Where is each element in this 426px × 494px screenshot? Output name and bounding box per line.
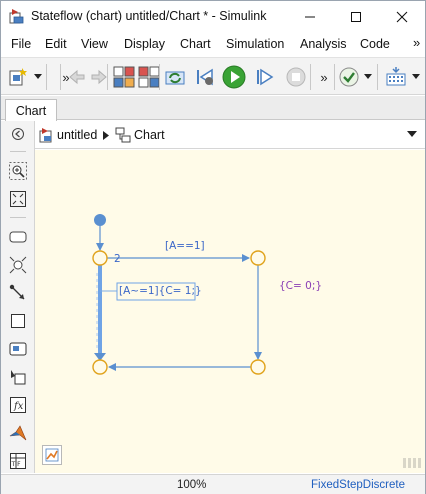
- simulink-window: Stateflow (chart) untitled/Chart * - Sim…: [0, 0, 426, 494]
- toolbar: » »: [1, 57, 425, 95]
- breadcrumb: untitled Chart: [35, 121, 425, 149]
- zoom-level: 100%: [177, 479, 207, 491]
- menu-analysis[interactable]: Analysis: [300, 37, 347, 51]
- breadcrumb-model[interactable]: untitled: [39, 127, 97, 143]
- simulink-function-tool-icon[interactable]: [8, 339, 28, 359]
- chart-diagram: [92, 214, 421, 468]
- run-play-icon[interactable]: [222, 65, 246, 89]
- palette-separator: [10, 151, 26, 152]
- step-back-icon[interactable]: [193, 65, 217, 89]
- simulink-based-state-icon[interactable]: [8, 367, 28, 387]
- model-explorer-icon[interactable]: [137, 65, 161, 89]
- fit-to-view-icon[interactable]: [8, 189, 28, 209]
- model-advisor-check-icon[interactable]: [337, 65, 361, 89]
- toolbar-separator: [46, 64, 47, 90]
- object-palette: fx T F: [1, 121, 35, 473]
- chart-canvas[interactable]: 2 [A==1] [A~=1]{C= 1;} {C= 0;}: [35, 150, 425, 473]
- toolbar-separator: [310, 64, 311, 90]
- junction-bottom-right[interactable]: [250, 359, 266, 375]
- truth-table-tool-icon[interactable]: T F: [8, 451, 28, 471]
- toolbar-separator: [377, 64, 378, 90]
- menu-file[interactable]: File: [11, 37, 31, 51]
- build-dropdown-chevron-icon[interactable]: [412, 71, 420, 83]
- editor-tab-strip: Chart: [1, 96, 425, 121]
- junction-tool-icon[interactable]: [8, 255, 28, 275]
- breadcrumb-chart-label: Chart: [134, 128, 165, 142]
- toolbar-separator: [159, 64, 160, 90]
- junction-execution-order: 2: [114, 253, 121, 265]
- minimize-button[interactable]: [287, 1, 333, 33]
- transition-left-label[interactable]: [A~=1]{C= 1;}: [119, 285, 202, 297]
- toolbar-separator: [334, 64, 335, 90]
- default-transition-tool-icon[interactable]: [8, 283, 28, 303]
- box-tool-icon[interactable]: [8, 311, 28, 331]
- matlab-function-tool-icon[interactable]: fx: [8, 395, 28, 415]
- zoom-in-icon[interactable]: [8, 161, 28, 181]
- toolbar-overflow-chevron-icon[interactable]: »: [312, 65, 336, 89]
- toolbar-separator: [60, 64, 61, 90]
- menu-view[interactable]: View: [81, 37, 108, 51]
- resize-grip-icon[interactable]: [403, 458, 421, 468]
- menu-chart[interactable]: Chart: [180, 37, 211, 51]
- transition-right-action-label[interactable]: {C= 0;}: [279, 280, 322, 292]
- title-bar: Stateflow (chart) untitled/Chart * - Sim…: [1, 1, 425, 33]
- step-forward-icon[interactable]: [253, 65, 277, 89]
- simulink-model-icon: [39, 128, 52, 143]
- svg-text:T F: T F: [11, 461, 22, 468]
- matlab-logo-icon[interactable]: [8, 423, 28, 443]
- menu-overflow-chevron-icon[interactable]: »: [413, 35, 420, 50]
- palette-separator: [10, 217, 26, 218]
- menu-bar: File Edit View Display Chart Simulation …: [1, 33, 425, 55]
- svg-text:fx: fx: [13, 401, 24, 412]
- library-browser-icon[interactable]: [112, 65, 136, 89]
- stateflow-app-icon: [9, 8, 25, 24]
- model-browser-button[interactable]: [42, 445, 62, 465]
- tab-chart[interactable]: Chart: [5, 99, 57, 121]
- advisor-dropdown-chevron-icon[interactable]: [364, 71, 372, 83]
- breadcrumb-model-label: untitled: [57, 128, 98, 142]
- transition-top-label[interactable]: [A==1]: [165, 240, 205, 252]
- back-arrow-icon[interactable]: [65, 65, 89, 89]
- solver-status-link[interactable]: FixedStepDiscrete: [311, 479, 405, 491]
- window-title: Stateflow (chart) untitled/Chart * - Sim…: [31, 9, 267, 23]
- stop-icon[interactable]: [284, 65, 308, 89]
- junction-top-right[interactable]: [250, 250, 266, 266]
- state-tool-icon[interactable]: [8, 227, 28, 247]
- hide-explorer-bar-icon[interactable]: [8, 124, 28, 144]
- close-button[interactable]: [379, 1, 425, 33]
- status-bar: 100% FixedStepDiscrete: [1, 474, 425, 494]
- menu-edit[interactable]: Edit: [45, 37, 67, 51]
- junction-top-left[interactable]: [92, 250, 108, 266]
- breadcrumb-separator-icon: [103, 131, 109, 140]
- model-browser-icon: [45, 448, 59, 462]
- breadcrumb-chart[interactable]: Chart: [115, 127, 165, 143]
- toolbar-overflow-text: »: [320, 69, 328, 85]
- breadcrumb-dropdown-chevron-icon[interactable]: [407, 131, 417, 138]
- new-model-icon[interactable]: [7, 65, 31, 89]
- build-model-icon[interactable]: [384, 65, 408, 89]
- menu-code[interactable]: Code: [360, 37, 390, 51]
- menu-display[interactable]: Display: [124, 37, 165, 51]
- new-dropdown-chevron-icon[interactable]: [34, 71, 42, 83]
- maximize-button[interactable]: [333, 1, 379, 33]
- stateflow-chart-icon: [115, 127, 131, 143]
- default-transition-dot[interactable]: [94, 214, 106, 226]
- junction-bottom-left[interactable]: [92, 359, 108, 375]
- update-model-icon[interactable]: [163, 65, 187, 89]
- menu-simulation[interactable]: Simulation: [226, 37, 284, 51]
- toolbar-separator: [107, 64, 108, 90]
